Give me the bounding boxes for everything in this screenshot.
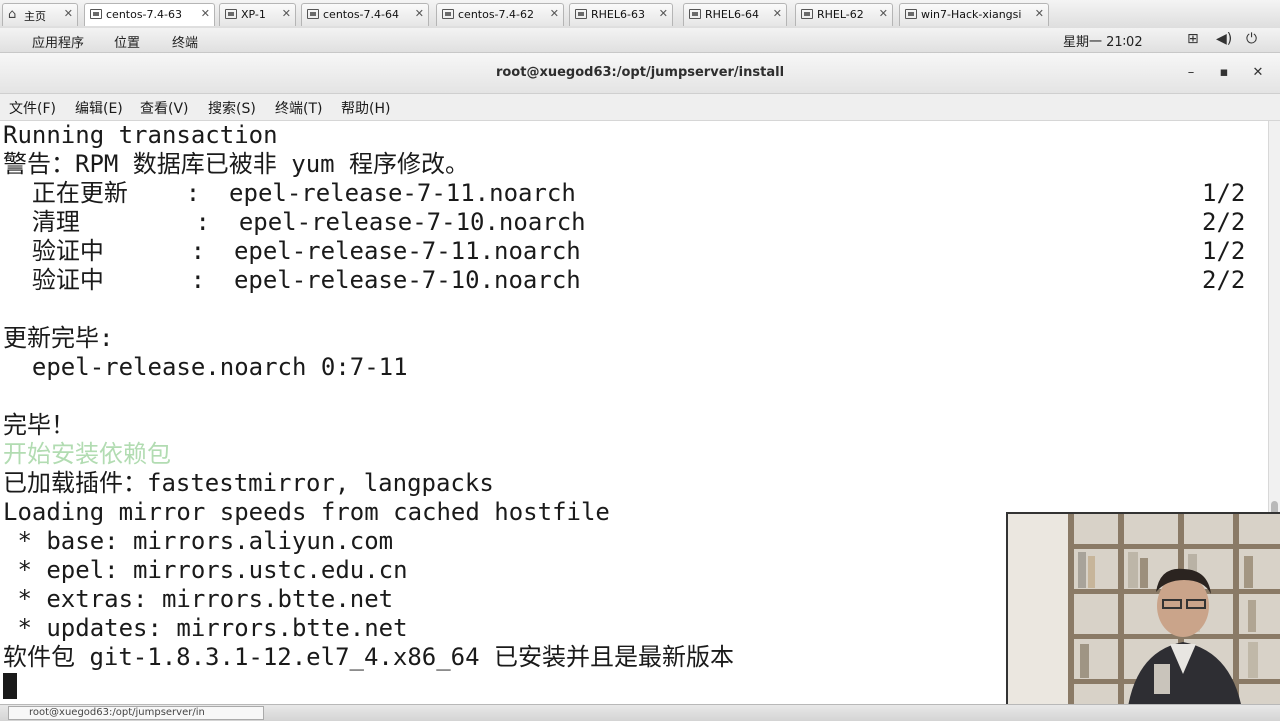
terminal-line: 验证中 : epel-release-7-10.noarch xyxy=(3,266,581,294)
tab-home[interactable]: ⌂ 主页 ✕ xyxy=(2,3,78,26)
terminal-line: * extras: mirrors.btte.net xyxy=(3,585,394,613)
tab-label: 主页 xyxy=(24,10,46,23)
terminal-line: 完毕！ xyxy=(3,411,75,439)
menu-edit[interactable]: 编辑(E) xyxy=(75,98,123,118)
tab-label: RHEL-62 xyxy=(817,8,864,21)
tab-centos-7-4-63[interactable]: centos-7.4-63 ✕ xyxy=(84,3,215,26)
close-icon[interactable]: ✕ xyxy=(282,7,291,20)
vm-icon xyxy=(90,9,102,19)
tab-win7-hack-xiangsi[interactable]: win7-Hack-xiangsi ✕ xyxy=(899,3,1049,26)
tab-centos-7-4-62[interactable]: centos-7.4-62 ✕ xyxy=(436,3,564,26)
terminal-line: * epel: mirrors.ustc.edu.cn xyxy=(3,556,408,584)
presenter-video xyxy=(1008,514,1280,720)
vm-icon xyxy=(442,9,454,19)
vm-icon xyxy=(689,9,701,19)
tab-label: win7-Hack-xiangsi xyxy=(921,8,1022,21)
webcam-overlay xyxy=(1006,512,1280,720)
terminal-line: * updates: mirrors.btte.net xyxy=(3,614,408,642)
terminal-line: 清理 : epel-release-7-10.noarch xyxy=(3,208,586,236)
close-icon[interactable]: ✕ xyxy=(879,7,888,20)
tab-rhel6-64[interactable]: RHEL6-64 ✕ xyxy=(683,3,787,26)
network-icon[interactable]: ⊞ xyxy=(1187,31,1199,47)
menu-search[interactable]: 搜索(S) xyxy=(208,98,256,118)
vm-icon xyxy=(801,9,813,19)
terminal-cursor xyxy=(3,673,17,699)
terminal-line: 更新完毕: xyxy=(3,324,114,352)
close-icon[interactable]: ✕ xyxy=(201,7,210,20)
progress-count: 2/2 xyxy=(1202,208,1246,236)
power-icon[interactable]: ⏻ xyxy=(1246,31,1257,47)
terminal-line: 警告：RPM 数据库已被非 yum 程序修改。 xyxy=(3,150,470,178)
terminal-line: 正在更新 : epel-release-7-11.noarch xyxy=(3,179,576,207)
vm-icon xyxy=(575,9,587,19)
close-icon[interactable]: ✕ xyxy=(415,7,424,20)
taskbar-terminal-window[interactable]: root@xuegod63:/opt/jumpserver/in xyxy=(8,706,264,720)
gnome-top-panel: 应用程序 位置 终端 星期一 21∶02 ⊞ ◀) ⏻ xyxy=(0,28,1280,53)
vm-icon xyxy=(905,9,917,19)
close-button[interactable]: ✕ xyxy=(1250,65,1266,81)
tab-xp-1[interactable]: XP-1 ✕ xyxy=(219,3,296,26)
close-icon[interactable]: ✕ xyxy=(1035,7,1044,20)
terminal-line: Loading mirror speeds from cached hostfi… xyxy=(3,498,610,526)
terminal-menu[interactable]: 终端 xyxy=(172,32,198,51)
bottom-taskbar: root@xuegod63:/opt/jumpserver/in xyxy=(0,704,1280,721)
close-icon[interactable]: ✕ xyxy=(773,7,782,20)
tab-rhel6-63[interactable]: RHEL6-63 ✕ xyxy=(569,3,673,26)
vm-icon xyxy=(307,9,319,19)
close-icon[interactable]: ✕ xyxy=(550,7,559,20)
tab-label: centos-7.4-63 xyxy=(106,8,182,21)
places-menu[interactable]: 位置 xyxy=(114,32,140,51)
terminal-line: 软件包 git-1.8.3.1-12.el7_4.x86_64 已安装并且是最新… xyxy=(3,643,735,671)
tab-centos-7-4-64[interactable]: centos-7.4-64 ✕ xyxy=(301,3,429,26)
clock[interactable]: 星期一 21∶02 xyxy=(1063,31,1143,50)
window-title: root@xuegod63:/opt/jumpserver/install xyxy=(495,65,785,80)
terminal-line: * base: mirrors.aliyun.com xyxy=(3,527,394,555)
applications-menu[interactable]: 应用程序 xyxy=(32,32,84,51)
terminal-titlebar[interactable]: root@xuegod63:/opt/jumpserver/install – … xyxy=(0,53,1280,94)
menu-file[interactable]: 文件(F) xyxy=(9,98,56,118)
volume-icon[interactable]: ◀) xyxy=(1216,31,1232,47)
close-icon[interactable]: ✕ xyxy=(659,7,668,20)
terminal-line: Running transaction xyxy=(3,121,278,149)
terminal-line: 验证中 : epel-release-7-11.noarch xyxy=(3,237,581,265)
progress-count: 1/2 xyxy=(1202,237,1246,265)
tab-label: RHEL6-63 xyxy=(591,8,645,21)
tab-label: RHEL6-64 xyxy=(705,8,759,21)
menu-view[interactable]: 查看(V) xyxy=(140,98,189,118)
vm-icon xyxy=(225,9,237,19)
home-icon: ⌂ xyxy=(8,7,17,22)
tab-rhel-62[interactable]: RHEL-62 ✕ xyxy=(795,3,893,26)
progress-count: 2/2 xyxy=(1202,266,1246,294)
terminal-line-highlight: 开始安装依赖包 xyxy=(3,440,171,468)
terminal-menubar: 文件(F) 编辑(E) 查看(V) 搜索(S) 终端(T) 帮助(H) xyxy=(0,94,1280,121)
tab-label: XP-1 xyxy=(241,8,266,21)
close-icon[interactable]: ✕ xyxy=(64,7,73,20)
terminal-line: 已加载插件：fastestmirror, langpacks xyxy=(3,469,494,497)
maximize-button[interactable]: ▪ xyxy=(1216,65,1232,81)
tab-label: centos-7.4-62 xyxy=(458,8,534,21)
minimize-button[interactable]: – xyxy=(1183,65,1199,81)
vm-tab-bar: ⌂ 主页 ✕ centos-7.4-63 ✕ XP-1 ✕ centos-7.4… xyxy=(0,0,1280,29)
menu-help[interactable]: 帮助(H) xyxy=(341,98,390,118)
progress-count: 1/2 xyxy=(1202,179,1246,207)
menu-terminal[interactable]: 终端(T) xyxy=(275,98,322,118)
terminal-line: epel-release.noarch 0:7-11 xyxy=(3,353,408,381)
tab-label: centos-7.4-64 xyxy=(323,8,399,21)
